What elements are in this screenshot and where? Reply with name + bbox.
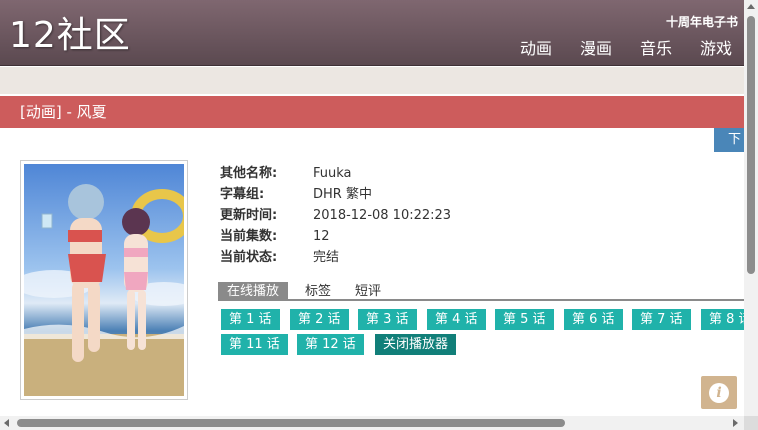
- info-value: 12: [313, 229, 330, 244]
- scroll-right-icon[interactable]: [733, 419, 738, 427]
- page: 12社区 十周年电子书 动画 漫画 音乐 游戏 [动画] - 风夏 下 其他名称…: [0, 0, 758, 430]
- poster-illustration: [24, 184, 184, 396]
- nav-item-anime[interactable]: 动画: [520, 39, 552, 59]
- horizontal-scroll-thumb[interactable]: [17, 419, 565, 427]
- info-row: 当前集数: 12: [220, 226, 451, 247]
- title-bar: [动画] - 风夏: [0, 96, 758, 128]
- info-label: 字幕组:: [220, 187, 265, 202]
- horizontal-scrollbar[interactable]: [0, 416, 744, 430]
- nav-item-music[interactable]: 音乐: [640, 39, 672, 59]
- promo-link[interactable]: 十周年电子书: [666, 13, 738, 30]
- tab-bar: 在线播放 标签 短评: [218, 282, 758, 301]
- scroll-left-icon[interactable]: [4, 419, 9, 427]
- close-player-button[interactable]: 关闭播放器: [375, 334, 457, 355]
- episode-button-5[interactable]: 第 5 话: [495, 309, 554, 330]
- poster-image: [24, 164, 184, 396]
- tab-tags[interactable]: 标签: [305, 282, 331, 301]
- episode-button-2[interactable]: 第 2 话: [290, 309, 349, 330]
- vertical-scrollbar[interactable]: [744, 0, 758, 430]
- page-title: [动画] - 风夏: [20, 103, 107, 121]
- episode-button-1[interactable]: 第 1 话: [221, 309, 280, 330]
- poster-frame: [20, 160, 188, 400]
- info-row: 更新时间: 2018-12-08 10:22:23: [220, 205, 451, 226]
- info-label: 其他名称:: [220, 166, 278, 181]
- info-row: 字幕组: DHR 繁中: [220, 184, 451, 205]
- info-value: 2018-12-08 10:22:23: [313, 208, 452, 223]
- scrollbar-corner: [744, 416, 758, 430]
- nav-item-manga[interactable]: 漫画: [580, 39, 612, 59]
- info-value: 完结: [313, 250, 340, 265]
- episode-button-12[interactable]: 第 12 话: [297, 334, 364, 355]
- episode-button-6[interactable]: 第 6 话: [564, 309, 623, 330]
- scroll-up-icon[interactable]: [747, 4, 755, 9]
- main-nav: 动画 漫画 音乐 游戏: [520, 39, 732, 59]
- info-value: DHR 繁中: [313, 187, 372, 202]
- info-label: 更新时间:: [220, 208, 278, 223]
- episode-button-4[interactable]: 第 4 话: [427, 309, 486, 330]
- episode-button-11[interactable]: 第 11 话: [221, 334, 288, 355]
- info-label: 当前状态:: [220, 250, 278, 265]
- info-icon: i: [709, 383, 729, 403]
- episode-button-7[interactable]: 第 7 话: [632, 309, 691, 330]
- vertical-scroll-thumb[interactable]: [747, 16, 755, 274]
- info-button[interactable]: i: [701, 376, 737, 409]
- episode-button-3[interactable]: 第 3 话: [358, 309, 417, 330]
- site-header: 12社区 十周年电子书 动画 漫画 音乐 游戏: [0, 0, 758, 66]
- tab-reviews[interactable]: 短评: [355, 282, 381, 301]
- tab-online-play[interactable]: 在线播放: [218, 282, 289, 301]
- info-value: Fuuka: [313, 166, 352, 181]
- sub-bar: [0, 67, 758, 94]
- info-row: 其他名称: Fuuka: [220, 163, 451, 184]
- info-list: 其他名称: Fuuka 字幕组: DHR 繁中 更新时间: 2018-12-08…: [220, 163, 451, 268]
- nav-item-games[interactable]: 游戏: [700, 39, 732, 59]
- info-row: 当前状态: 完结: [220, 247, 451, 268]
- info-label: 当前集数:: [220, 229, 278, 244]
- site-logo[interactable]: 12社区: [9, 14, 131, 58]
